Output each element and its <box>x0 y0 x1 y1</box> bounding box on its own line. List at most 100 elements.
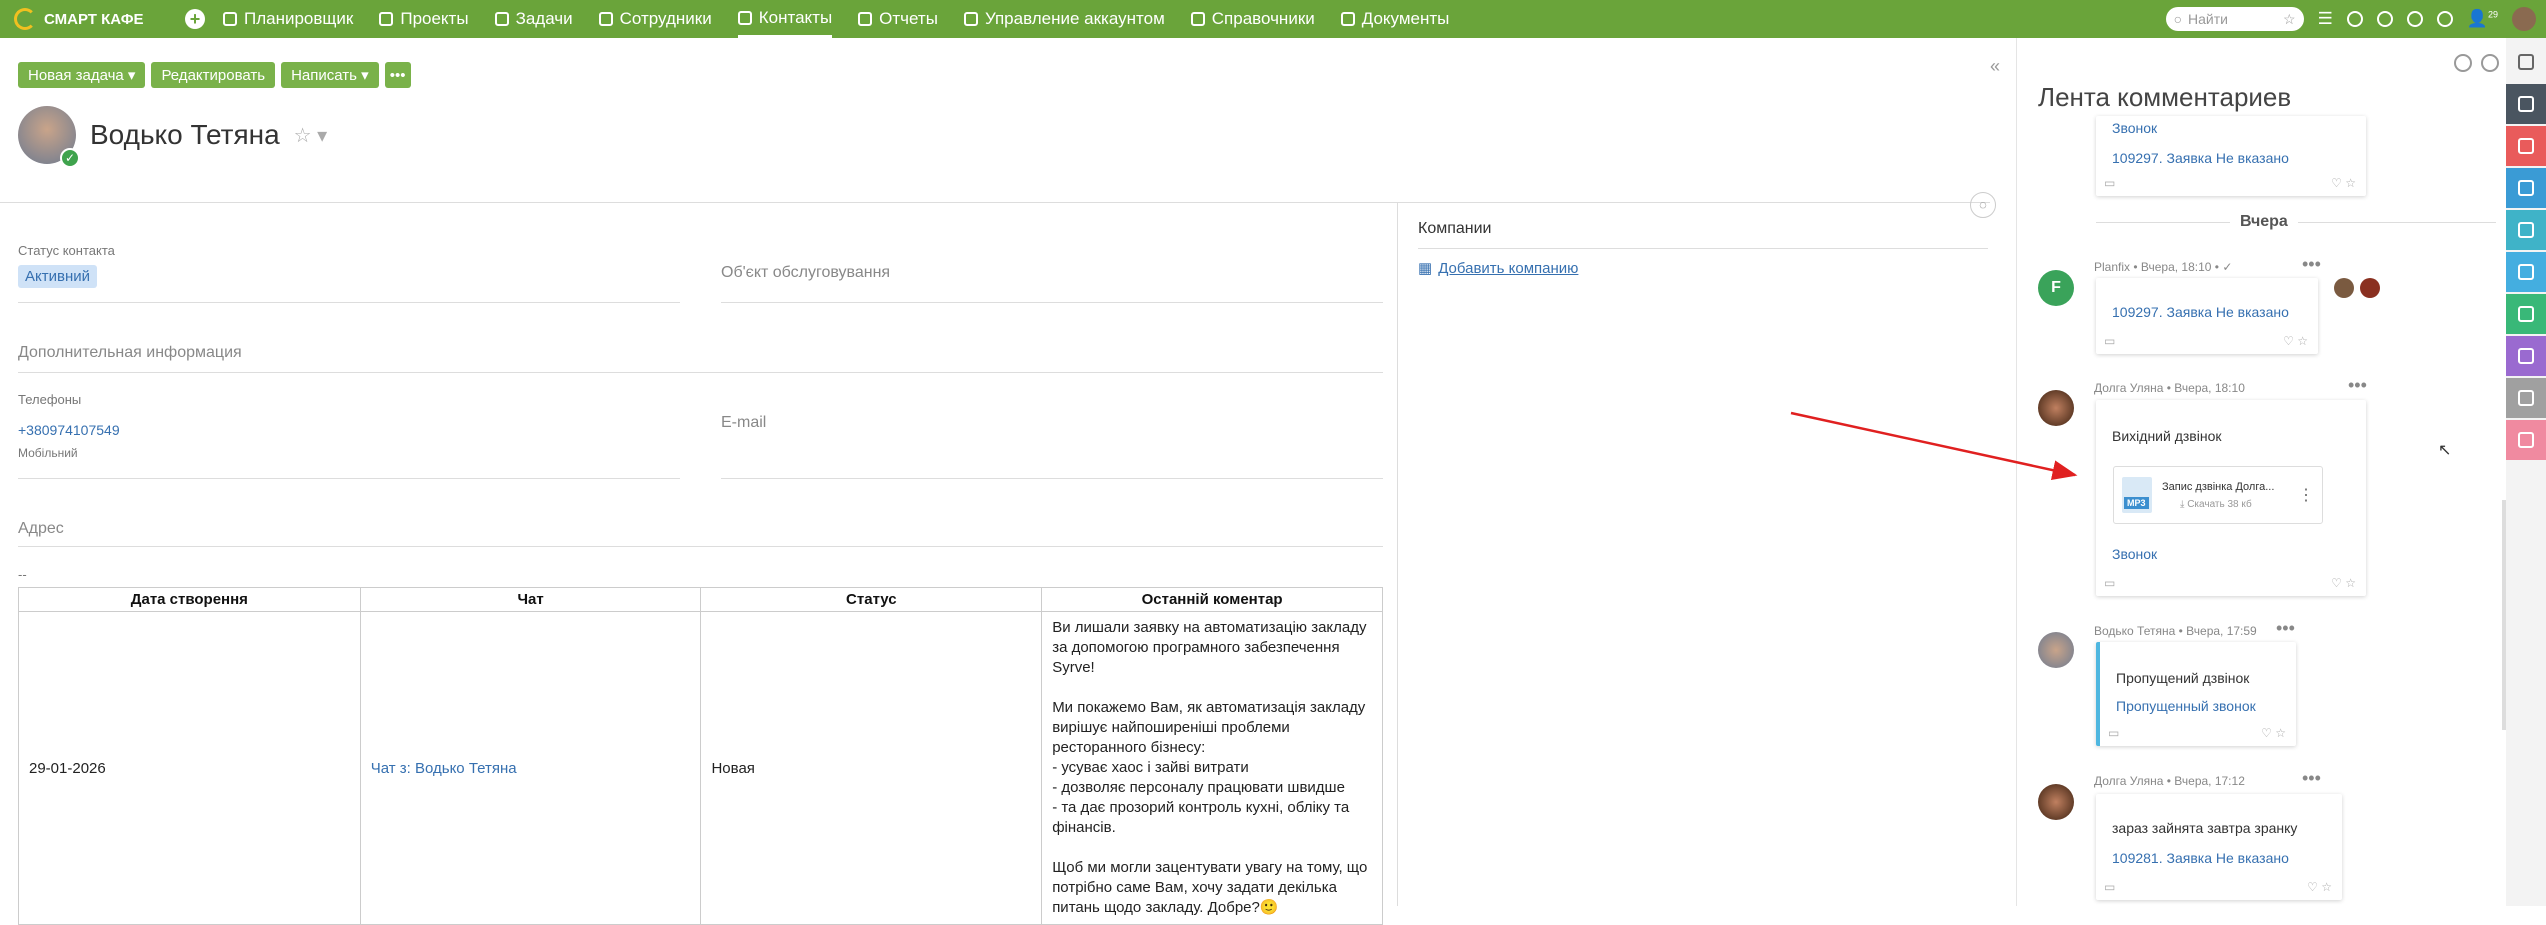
phone-link[interactable]: +380974107549 <box>18 422 120 438</box>
close-icon[interactable] <box>2481 54 2499 72</box>
like-icon[interactable]: ♡ ☆ <box>2307 880 2332 894</box>
new-task-button[interactable]: Новая задача ▾ <box>18 62 146 88</box>
nav-item-reports[interactable]: Отчеты <box>858 0 938 38</box>
action-toolbar: Новая задача ▾ Редактировать Написать ▾ … <box>18 62 411 88</box>
logo[interactable]: СМАРТ КАФЕ <box>0 8 185 30</box>
nav-item-employees[interactable]: Сотрудники <box>598 0 712 38</box>
download-link[interactable]: Скачать <box>2187 499 2225 510</box>
date-separator: Вчера <box>2230 213 2298 231</box>
comment-meta: Долга Уляна • Вчера, 17:12 <box>2094 774 2245 788</box>
key-icon[interactable] <box>2506 294 2546 334</box>
nav-item-directories[interactable]: Справочники <box>1190 0 1315 38</box>
divider <box>18 478 680 479</box>
people-icon <box>598 12 613 26</box>
contact-icon <box>737 10 752 25</box>
clipboard-icon[interactable] <box>2506 252 2546 292</box>
file-size: 38 кб <box>2227 498 2252 510</box>
more-icon[interactable]: ••• <box>2302 254 2321 275</box>
call-link[interactable]: Звонок <box>2112 546 2157 562</box>
like-icon[interactable]: ♡ ☆ <box>2331 576 2356 590</box>
nav-item-projects[interactable]: Проекты <box>379 0 469 38</box>
user-icon[interactable]: 👤29 <box>2467 9 2498 29</box>
search-input[interactable]: ○ Найти ☆ <box>2165 7 2304 31</box>
building-icon: ▦ <box>1418 260 1433 277</box>
more-icon[interactable]: ••• <box>2348 375 2367 396</box>
status-cell: Новая <box>700 611 1043 925</box>
companies-title: Компании <box>1418 220 1492 237</box>
comment-meta: Долга Уляна • Вчера, 18:10 <box>2094 381 2245 395</box>
favorite-star-icon[interactable]: ☆ ▾ <box>294 123 328 148</box>
reply-icon[interactable]: ▭ <box>2104 176 2115 190</box>
nav-item-documents[interactable]: Документы <box>1340 0 1449 38</box>
feed-title: Лента комментариев <box>2038 82 2292 112</box>
nav-item-contacts[interactable]: Контакты <box>737 0 833 38</box>
edit-button[interactable]: Редактировать <box>151 62 276 88</box>
chat-cell: Чат з: Водько Тетяна <box>359 611 702 925</box>
settings-icon <box>963 12 978 26</box>
call-link[interactable]: Звонок <box>2112 120 2157 136</box>
task-link[interactable]: 109297. Заявка Не вказано <box>2112 150 2289 166</box>
info-icon[interactable] <box>2376 11 2393 27</box>
nav-item-account[interactable]: Управление аккаунтом <box>963 0 1165 38</box>
comment-meta: Planfix • Вчера, 18:10 • ✓ <box>2094 260 2233 274</box>
layers-icon[interactable] <box>2436 11 2453 27</box>
address-value: -- <box>18 567 27 582</box>
phone-type: Мобільний <box>18 446 78 460</box>
nav-item-planner[interactable]: Планировщик <box>223 0 353 38</box>
smile-icon[interactable] <box>2506 378 2546 418</box>
missed-call-link[interactable]: Пропущенный звонок <box>2116 698 2256 714</box>
column-header: Статус <box>700 587 1043 612</box>
menu-icon[interactable]: ☰ <box>2318 9 2333 29</box>
add-icon[interactable]: + <box>185 9 205 29</box>
help-icon[interactable] <box>2406 11 2423 27</box>
status-badge[interactable]: Активний <box>18 265 97 288</box>
divider <box>721 302 1383 303</box>
gear-icon[interactable] <box>2454 54 2472 72</box>
chat-icon[interactable] <box>2506 42 2546 82</box>
copy-icon[interactable] <box>2506 210 2546 250</box>
reply-icon[interactable]: ▭ <box>2108 726 2119 740</box>
more-icon[interactable]: ••• <box>2276 618 2295 639</box>
user-avatar <box>2038 390 2074 426</box>
task-icon[interactable] <box>2506 126 2546 166</box>
reply-icon[interactable]: ▭ <box>2104 334 2115 348</box>
collapse-icon[interactable]: « <box>1990 56 2000 77</box>
file-attachment[interactable]: MP3 Запис дзвінка Долга... ⤓ Скачать 38 … <box>2113 466 2323 524</box>
reply-icon[interactable]: ▭ <box>2104 880 2115 894</box>
comment-icon[interactable]: ◌ <box>1970 192 1996 218</box>
divider <box>1418 248 1988 249</box>
date-cell: 29-01-2026 <box>18 611 361 925</box>
document-icon <box>1340 12 1355 26</box>
page-title: Водько Тетяна <box>90 119 280 150</box>
divider <box>18 546 1383 547</box>
download-icon[interactable]: ⤓ <box>2180 499 2184 510</box>
clock-icon[interactable] <box>2506 420 2546 460</box>
contact-header: ✓ Водько Тетяна ☆ ▾ <box>18 106 328 168</box>
like-icon[interactable]: ♡ ☆ <box>2331 176 2356 190</box>
comment-cell: Ви лишали заявку на автоматизацію заклад… <box>1041 611 1383 925</box>
more-button[interactable]: ••• <box>384 62 411 88</box>
address-label: Адрес <box>18 520 64 537</box>
folder-icon <box>379 12 394 26</box>
column-header: Останній коментар <box>1041 587 1383 612</box>
link-icon[interactable] <box>2506 84 2546 124</box>
like-icon[interactable]: ♡ ☆ <box>2261 726 2286 740</box>
avatar[interactable] <box>2512 7 2536 31</box>
timer-icon[interactable] <box>2346 11 2363 27</box>
nav-item-tasks[interactable]: Задачи <box>494 0 573 38</box>
star-icon[interactable]: ☆ <box>2283 11 2296 28</box>
task-link[interactable]: 109297. Заявка Не вказано <box>2112 304 2289 320</box>
reply-icon[interactable]: ▭ <box>2104 576 2115 590</box>
like-icon[interactable]: ♡ ☆ <box>2283 334 2308 348</box>
file-name: Запис дзвінка Долга... <box>2162 480 2275 493</box>
additional-info-label: Дополнительная информация <box>18 344 242 361</box>
chart-icon[interactable] <box>2506 336 2546 376</box>
inbox-icon[interactable] <box>2506 168 2546 208</box>
add-company-link[interactable]: ▦ Добавить компанию <box>1418 259 1578 278</box>
book-icon <box>1190 12 1205 26</box>
chat-link[interactable]: Чат з: Водько Тетяна <box>371 760 517 777</box>
write-button[interactable]: Написать ▾ <box>281 62 379 88</box>
more-vertical-icon[interactable]: ⋮ <box>2298 485 2314 505</box>
more-icon[interactable]: ••• <box>2302 768 2321 789</box>
task-link[interactable]: 109281. Заявка Не вказано <box>2112 850 2289 866</box>
